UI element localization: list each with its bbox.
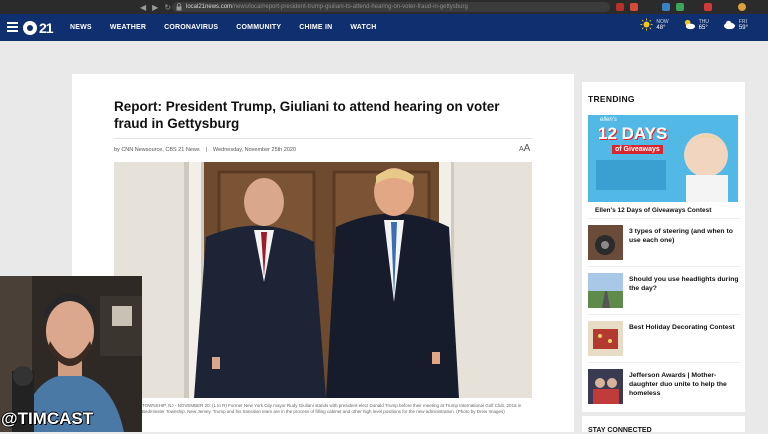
channel-handle: @TIMCAST xyxy=(1,409,94,428)
cbs-eye-icon xyxy=(23,20,37,35)
nav-community[interactable]: COMMUNITY xyxy=(236,24,281,31)
font-size-toggle[interactable]: AA xyxy=(519,143,530,154)
font-size-large: A xyxy=(523,143,531,154)
article-headline: Report: President Trump, Giuliani to att… xyxy=(114,99,500,131)
weather-fri: FRI 59° xyxy=(723,18,748,31)
weather-thu: THU 65° xyxy=(683,18,709,31)
nav-watch[interactable]: WATCH xyxy=(350,24,376,31)
lock-icon xyxy=(176,3,182,11)
ad-headline: 12 DAYS xyxy=(598,124,668,143)
cbs21-logo[interactable]: 21 xyxy=(23,19,54,36)
reload-icon[interactable]: ↻ xyxy=(164,3,171,12)
hamburger-menu-icon[interactable] xyxy=(7,22,18,32)
cloud-icon xyxy=(723,20,735,30)
url-host: local21news.com xyxy=(186,4,233,10)
byline-date: Wednesday, November 25th 2020 xyxy=(213,147,296,153)
divider xyxy=(588,266,740,267)
nav-weather[interactable]: WEATHER xyxy=(110,24,146,31)
trending-item-title: Jefferson Awards | Mother-daughter duo u… xyxy=(629,372,727,397)
trending-item-title: 3 types of steering (and when to use eac… xyxy=(629,228,733,244)
url-path: /news/local/report-president-trump-giuli… xyxy=(232,4,468,10)
byline-author: by CNN Newsource, CBS 21 News xyxy=(114,147,200,153)
trending-item-title: Should you use headlights during the day… xyxy=(629,276,739,292)
browser-nav: ◀ ▶ ↻ xyxy=(140,3,171,12)
byline-separator: | xyxy=(205,147,208,153)
stay-connected-card: STAY CONNECTED xyxy=(582,416,745,434)
partly-cloudy-icon xyxy=(684,19,695,30)
divider xyxy=(588,362,740,363)
ad-brand: ellen's xyxy=(600,117,617,123)
trending-item[interactable]: 3 types of steering (and when to use eac… xyxy=(588,225,740,260)
ad-sub: of Giveaways xyxy=(612,145,663,154)
sun-icon xyxy=(640,18,653,31)
article-photo[interactable] xyxy=(114,162,532,398)
weather-temp: 48° xyxy=(656,24,666,31)
trending-thumbnail xyxy=(588,225,623,260)
extension-icon[interactable] xyxy=(616,3,624,11)
forward-icon[interactable]: ▶ xyxy=(152,3,158,12)
trending-sidebar: TRENDING ellen's 12 DAYS of Giveaways El… xyxy=(582,82,745,412)
trending-item-title: Best Holiday Decorating Contest xyxy=(629,324,735,331)
trending-thumbnail xyxy=(588,321,623,356)
weather-temp: 65° xyxy=(698,24,708,31)
photo-illustration xyxy=(114,162,532,398)
extension-icon[interactable] xyxy=(662,3,670,11)
logo-number: 21 xyxy=(39,19,54,36)
photo-caption: TOWNSHIP, NJ - NOVEMBER 20: (L to R) For… xyxy=(142,403,522,414)
extension-icon[interactable] xyxy=(630,3,638,11)
stay-connected-title: STAY CONNECTED xyxy=(588,427,652,434)
divider xyxy=(588,218,740,219)
weather-widget[interactable]: NOW 48° THU 65° FRI 59° xyxy=(640,18,748,31)
profile-avatar[interactable] xyxy=(738,3,746,11)
divider xyxy=(114,138,532,139)
address-bar[interactable]: local21news.com/news/local/report-presid… xyxy=(172,2,610,12)
trending-thumbnail xyxy=(588,273,623,308)
weather-now: NOW 48° xyxy=(640,18,669,31)
ad-title[interactable]: Ellen's 12 Days of Giveaways Contest xyxy=(595,207,711,214)
extension-icon[interactable] xyxy=(704,3,712,11)
back-icon[interactable]: ◀ xyxy=(140,3,146,12)
nav-coronavirus[interactable]: CORONAVIRUS xyxy=(164,24,218,31)
weather-temp: 59° xyxy=(738,24,748,31)
trending-item[interactable]: Should you use headlights during the day… xyxy=(588,273,740,308)
nav-news[interactable]: NEWS xyxy=(70,24,92,31)
article-card: Report: President Trump, Giuliani to att… xyxy=(72,74,574,432)
divider xyxy=(588,314,740,315)
main-nav: NEWS WEATHER CORONAVIRUS COMMUNITY CHIME… xyxy=(70,14,377,41)
trending-item[interactable]: Jefferson Awards | Mother-daughter duo u… xyxy=(588,369,740,404)
extension-icon[interactable] xyxy=(676,3,684,11)
site-header: 21 NEWS WEATHER CORONAVIRUS COMMUNITY CH… xyxy=(0,14,768,41)
trending-item[interactable]: Best Holiday Decorating Contest xyxy=(588,321,740,356)
nav-chime-in[interactable]: CHIME IN xyxy=(299,24,332,31)
ellen-ad-banner[interactable]: ellen's 12 DAYS of Giveaways xyxy=(588,115,738,202)
article-byline: by CNN Newsource, CBS 21 News | Wednesday,… xyxy=(114,147,296,153)
trending-thumbnail xyxy=(588,369,623,404)
trending-title: TRENDING xyxy=(588,94,635,104)
